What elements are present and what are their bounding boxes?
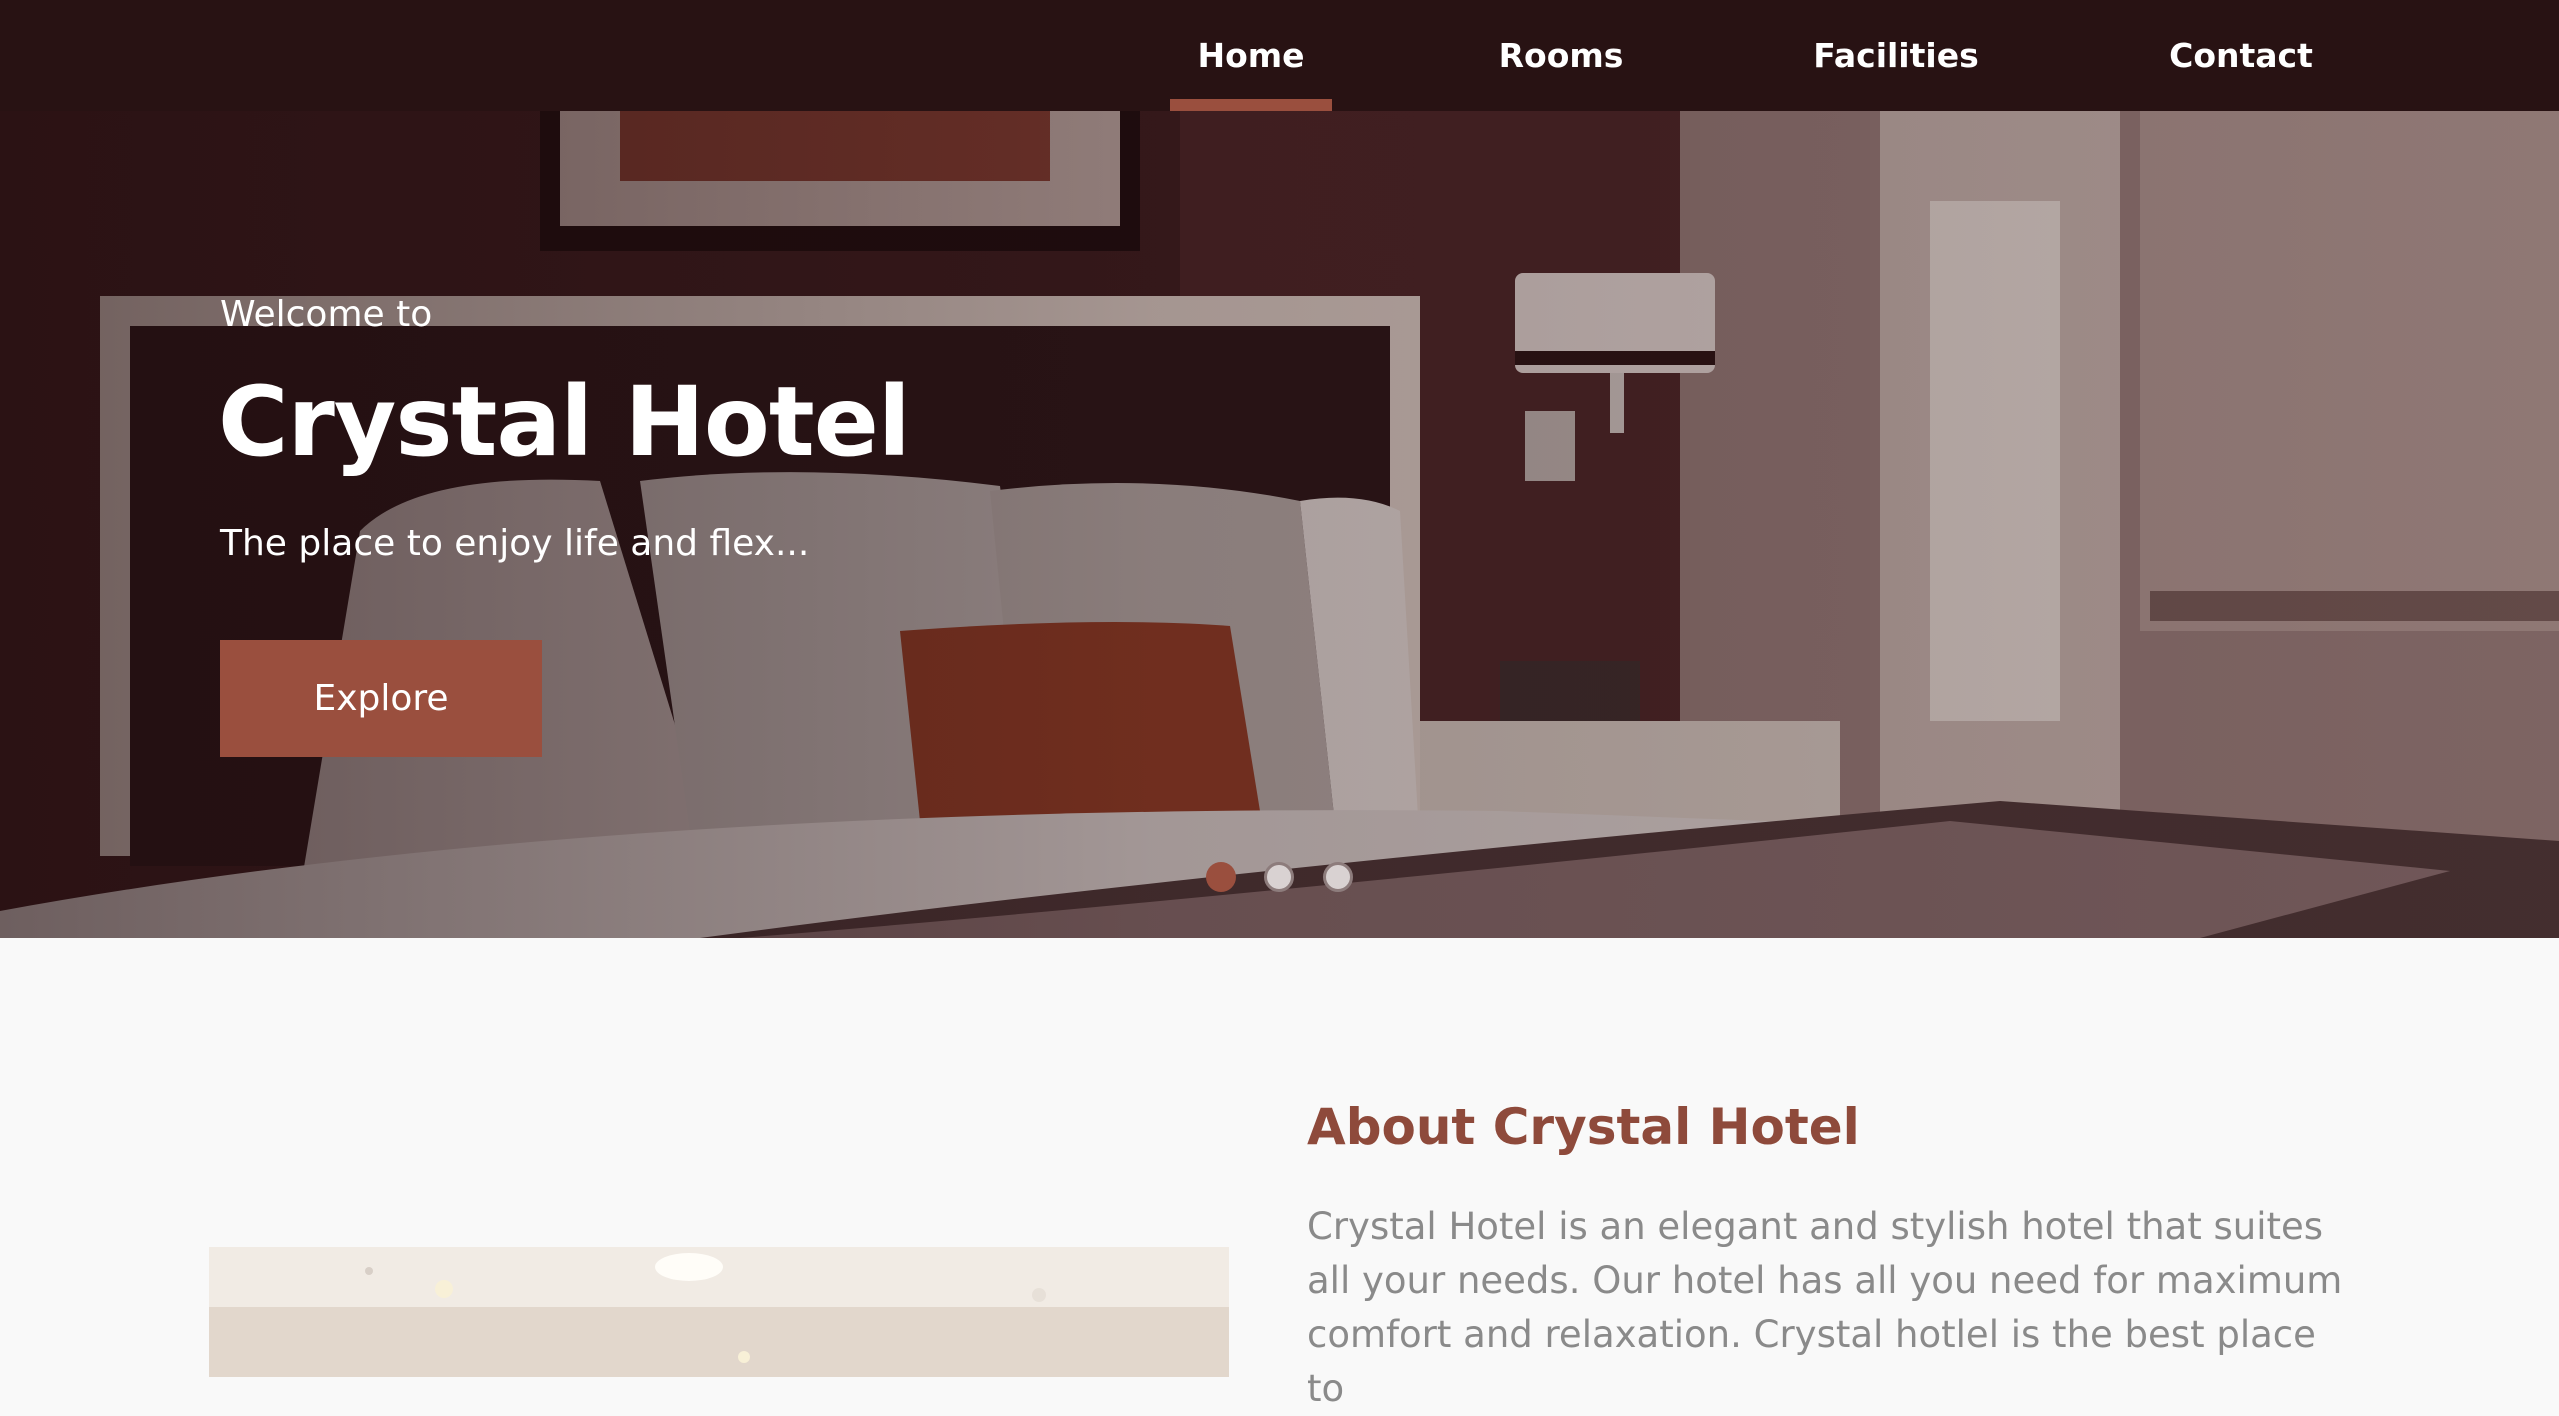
carousel-dot-2[interactable] [1264, 862, 1294, 892]
carousel-dot-3[interactable] [1323, 862, 1353, 892]
hero-title: Crystal Hotel [218, 366, 911, 478]
nav-item-contact[interactable]: Contact [2150, 0, 2332, 111]
hero-tagline: The place to enjoy life and flex... [220, 523, 810, 564]
hero-welcome-text: Welcome to [220, 294, 433, 335]
nav-item-rooms[interactable]: Rooms [1470, 0, 1652, 111]
nav-item-home[interactable]: Home [1170, 0, 1332, 111]
top-navbar: Home Rooms Facilities Contact [0, 0, 2559, 111]
hero-carousel: Welcome to Crystal Hotel The place to en… [0, 111, 2559, 938]
hotel-room-ceiling-image [209, 1247, 1229, 1377]
carousel-dot-1[interactable] [1206, 862, 1236, 892]
about-title: About Crystal Hotel [1307, 1098, 1860, 1156]
explore-button[interactable]: Explore [220, 640, 542, 757]
nav-item-facilities[interactable]: Facilities [1790, 0, 2002, 111]
about-text: Crystal Hotel is an elegant and stylish … [1307, 1205, 2343, 1410]
about-image [209, 1247, 1229, 1377]
